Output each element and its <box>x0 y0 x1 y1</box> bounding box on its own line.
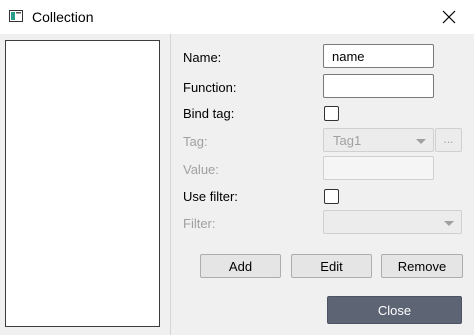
name-label: Name: <box>183 50 222 65</box>
value-label: Value: <box>183 162 219 177</box>
close-window-icon[interactable] <box>441 9 457 25</box>
chevron-down-icon <box>444 221 454 226</box>
tag-selected-value: Tag1 <box>333 133 362 148</box>
window-title: Collection <box>32 9 94 25</box>
remove-button[interactable]: Remove <box>381 254 463 278</box>
close-button[interactable]: Close <box>327 296 462 324</box>
tag-label: Tag: <box>183 134 208 149</box>
collection-list[interactable] <box>5 40 160 327</box>
chevron-down-icon <box>416 139 426 144</box>
function-input[interactable] <box>323 74 434 98</box>
title-bar: Collection <box>0 0 474 34</box>
value-input[interactable] <box>323 156 434 180</box>
use-filter-checkbox[interactable] <box>324 189 339 204</box>
panel-divider <box>170 34 171 335</box>
filter-combobox[interactable] <box>323 210 462 234</box>
tag-browse-button[interactable]: ... <box>435 128 462 152</box>
add-button[interactable]: Add <box>200 254 281 278</box>
name-input[interactable] <box>323 44 434 68</box>
use-filter-label: Use filter: <box>183 189 238 204</box>
function-label: Function: <box>183 80 237 95</box>
tag-combobox[interactable]: Tag1 <box>323 128 434 152</box>
window-app-icon <box>9 10 23 22</box>
edit-button[interactable]: Edit <box>291 254 372 278</box>
bind-tag-checkbox[interactable] <box>324 106 339 121</box>
filter-label: Filter: <box>183 216 216 231</box>
bind-tag-label: Bind tag: <box>183 106 235 121</box>
